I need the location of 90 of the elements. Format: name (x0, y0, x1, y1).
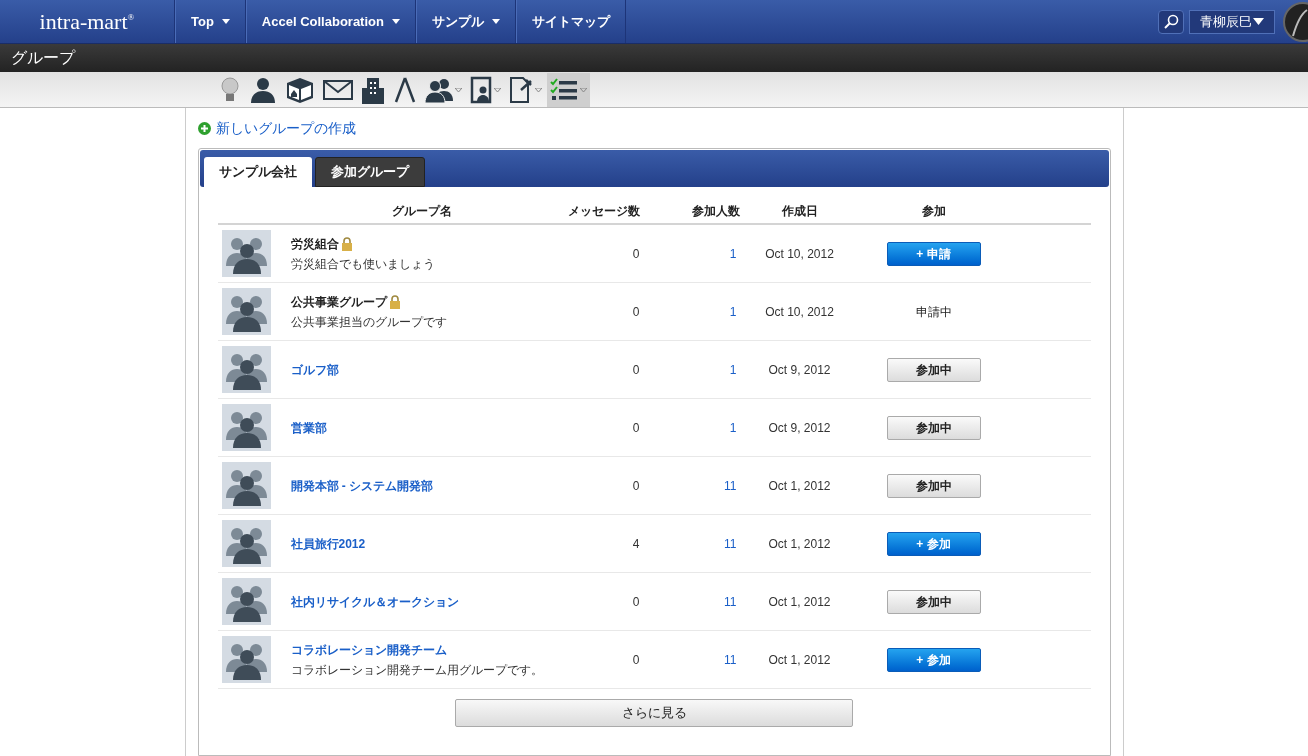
document-pin-icon (509, 75, 533, 104)
clipboard-icon (470, 75, 492, 104)
group-name-link[interactable]: コラボレーション開発チーム (290, 640, 447, 659)
member-count-link[interactable]: 11 (639, 592, 740, 611)
toolbar-button[interactable] (547, 72, 590, 107)
apply-button[interactable]: + 申請 (886, 241, 981, 266)
table-cell-text: Oct 1, 2012 (767, 477, 832, 495)
group-description: コラボレーション開発チーム用グループです。 (290, 661, 544, 679)
group-avatar-icon (221, 578, 271, 625)
group-name-link[interactable]: 社内リサイクル＆オークション (290, 592, 459, 611)
lightbulb-icon (219, 75, 241, 104)
column-header: 参加 (920, 203, 947, 220)
table-cell-text: 0 (631, 245, 640, 263)
table-cell-text: 0 (631, 477, 640, 495)
group-avatar-icon (221, 462, 271, 509)
caret-icon (494, 87, 501, 92)
people-icon (425, 76, 453, 103)
group-avatar-icon (221, 346, 271, 393)
table-cell-text: Oct 9, 2012 (767, 419, 832, 437)
caret-icon (535, 87, 542, 92)
caret-icon (580, 87, 587, 92)
joined-button[interactable]: 参加中 (886, 589, 981, 614)
group-name-link[interactable]: ゴルフ部 (290, 360, 339, 379)
column-header: 作成日 (780, 203, 819, 220)
table-cell-text: 0 (631, 651, 640, 669)
checklist-icon (550, 77, 578, 102)
column-header: グループ名 (391, 203, 453, 220)
box-icon (285, 75, 315, 104)
apply-button[interactable]: + 参加 (886, 531, 981, 556)
member-count-link[interactable]: 1 (639, 360, 740, 379)
group-name-link[interactable]: 営業部 (290, 418, 327, 437)
create-group-link[interactable]: 新しいグループの作成 (197, 118, 356, 138)
table-cell-text: 0 (631, 361, 640, 379)
joined-button[interactable]: 参加中 (886, 415, 981, 440)
table-cell-text: 0 (631, 303, 640, 321)
nav-menu-item[interactable]: Accel Collaboration (245, 0, 416, 43)
group-avatar-icon (221, 288, 271, 335)
member-count-link[interactable]: 1 (639, 244, 740, 263)
caret-icon (491, 19, 500, 24)
member-count-link[interactable]: 11 (639, 650, 740, 669)
page-title: グループ (11, 48, 75, 68)
search-button[interactable] (1158, 9, 1184, 34)
more-button[interactable]: さらに見る (455, 699, 853, 727)
column-header: 参加人数 (690, 203, 740, 220)
avatar-icon[interactable] (1283, 1, 1308, 42)
nav-menu-item[interactable]: Top (175, 0, 246, 43)
person-icon (249, 75, 277, 104)
group-description: 公共事業担当のグループです (290, 313, 448, 331)
logo[interactable]: intra-mart$^{®}$ (0, 0, 175, 43)
table-cell-text: Oct 1, 2012 (767, 593, 832, 611)
mail-icon (323, 78, 353, 101)
group-name: 公共事業グループ (290, 293, 387, 311)
apply-button[interactable]: + 参加 (886, 647, 981, 672)
joined-button[interactable]: 参加中 (886, 357, 981, 382)
caret-icon (1253, 18, 1264, 25)
group-name-link[interactable]: 社員旅行2012 (290, 534, 366, 553)
status-text: 申請中 (915, 303, 952, 321)
table-cell-text: Oct 10, 2012 (764, 303, 835, 321)
member-count-link[interactable]: 1 (639, 418, 740, 437)
table-cell-text: 0 (631, 593, 640, 611)
group-name-link[interactable]: 開発本部 - システム開発部 (290, 476, 434, 495)
plus-icon (197, 121, 211, 135)
table-cell-text: Oct 1, 2012 (767, 535, 832, 553)
table-cell-text: Oct 10, 2012 (764, 245, 835, 263)
member-count-link[interactable]: 1 (639, 302, 740, 321)
caret-icon (391, 19, 400, 24)
nav-menu-item[interactable]: サンプル (415, 0, 516, 43)
nav-menu-item[interactable]: サイトマップ (515, 0, 626, 43)
table-cell-text: 4 (631, 535, 640, 553)
compass-icon (393, 75, 417, 104)
tab[interactable]: 参加グループ (314, 157, 425, 187)
group-avatar-icon (221, 230, 271, 277)
group-description: 労災組合でも使いましょう (290, 255, 436, 273)
group-avatar-icon (221, 520, 271, 567)
group-avatar-icon (221, 404, 271, 451)
user-menu-button[interactable]: 青柳辰巳 (1189, 9, 1275, 34)
table-cell-text: Oct 1, 2012 (767, 651, 832, 669)
building-icon (361, 75, 385, 104)
group-avatar-icon (221, 636, 271, 683)
table-cell-text: 0 (631, 419, 640, 437)
caret-icon (455, 87, 462, 92)
table-cell-text: Oct 9, 2012 (767, 361, 832, 379)
tab[interactable]: サンプル会社 (203, 157, 312, 187)
joined-button[interactable]: 参加中 (886, 473, 981, 498)
group-name: 労災組合 (290, 235, 339, 253)
caret-icon (221, 19, 230, 24)
member-count-link[interactable]: 11 (639, 534, 740, 553)
search-icon (1163, 13, 1179, 30)
column-header: メッセージ数 (566, 203, 640, 220)
member-count-link[interactable]: 11 (639, 476, 740, 495)
